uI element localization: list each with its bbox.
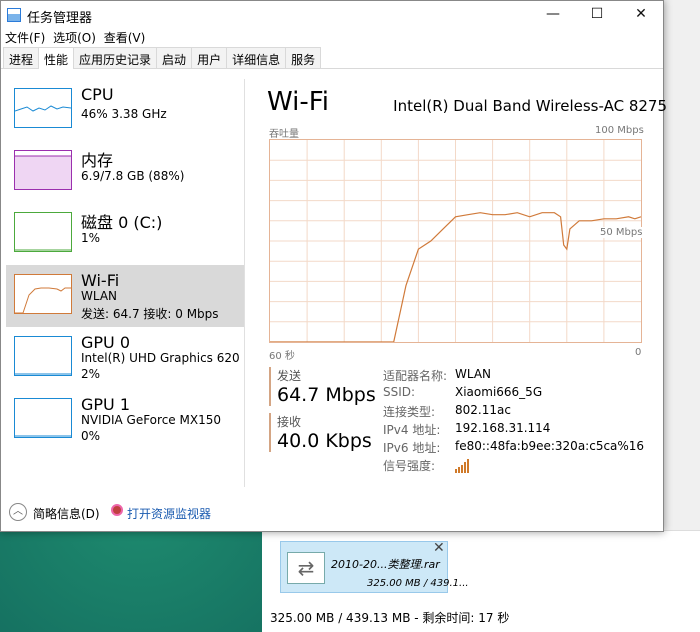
copy-file-name: 2010-20...类整理.rar [331, 558, 440, 571]
cpu-thumbnail-graph [14, 88, 72, 128]
window-title: 任务管理器 [27, 11, 93, 26]
mid-scale-label: 50 Mbps [599, 227, 644, 238]
disk-thumbnail-graph [14, 212, 72, 252]
tab-app-history[interactable]: 应用历史记录 [73, 47, 158, 68]
copy-file-card[interactable]: ⇄ 2010-20...类整理.rar 325.00 MB / 439.1...… [280, 540, 469, 593]
tab-services[interactable]: 服务 [285, 47, 322, 68]
send-stat: 发送 64.7 Mbps [269, 367, 379, 406]
sidebar-item-detail: 6.9/7.8 GB (88%) [81, 169, 185, 183]
sidebar-item-label: Wi-Fi [81, 271, 120, 290]
resource-sidebar: CPU 46% 3.38 GHz 内存 6.9/7.8 GB (88%) 磁盘 … [1, 79, 245, 487]
info-key: IPv6 地址: [383, 441, 441, 455]
sidebar-item-detail: 2% [81, 367, 101, 381]
info-key: 连接类型: [383, 405, 436, 419]
sidebar-item-label: 磁盘 0 (C:) [81, 213, 163, 232]
maximize-button[interactable]: ☐ [575, 1, 619, 29]
footer-bar: ︿ 简略信息(D) 打开资源监视器 [1, 499, 663, 529]
sidebar-item-disk[interactable]: 磁盘 0 (C:) 1% [6, 203, 244, 265]
tab-details[interactable]: 详细信息 [226, 47, 287, 68]
copy-status-text: 325.00 MB / 439.13 MB - 剩余时间: 17 秒 [270, 611, 510, 625]
sidebar-item-detail: 发送: 64.7 接收: 0 Mbps [81, 307, 219, 321]
max-scale-label: 100 Mbps [595, 125, 644, 136]
sidebar-item-gpu0[interactable]: GPU 0 Intel(R) UHD Graphics 620 2% [6, 327, 244, 389]
sidebar-item-detail: WLAN [81, 289, 118, 303]
wifi-thumbnail-graph [14, 274, 72, 314]
menu-bar: 文件(F) 选项(O) 查看(V) [1, 29, 663, 47]
title-bar[interactable]: 任务管理器 — ☐ ✕ [1, 1, 663, 29]
info-value: WLAN [455, 367, 492, 381]
receive-stat: 接收 40.0 Kbps [269, 413, 379, 452]
page-title: Wi-Fi [267, 87, 330, 117]
sidebar-item-detail: 1% [81, 231, 101, 245]
send-label: 发送 [277, 369, 302, 383]
sidebar-item-wifi[interactable]: Wi-Fi WLAN 发送: 64.7 接收: 0 Mbps [6, 265, 244, 327]
sidebar-item-cpu[interactable]: CPU 46% 3.38 GHz [6, 79, 244, 141]
info-key: SSID: [383, 385, 416, 399]
throughput-label: 吞吐量 [269, 129, 299, 140]
open-resource-monitor-link[interactable]: 打开资源监视器 [127, 505, 211, 522]
throughput-chart-svg [270, 140, 642, 343]
info-value: Xiaomi666_5G [455, 385, 543, 399]
tab-bar: 进程 性能 应用历史记录 启动 用户 详细信息 服务 [1, 47, 663, 69]
sidebar-item-label: GPU 1 [81, 395, 131, 414]
close-button[interactable]: ✕ [619, 1, 663, 29]
gpu0-thumbnail-graph [14, 336, 72, 376]
sidebar-item-label: GPU 0 [81, 333, 131, 352]
info-key: IPv4 地址: [383, 423, 441, 437]
memory-thumbnail-graph [14, 150, 72, 190]
chevron-up-icon[interactable]: ︿ [9, 503, 27, 521]
tab-processes[interactable]: 进程 [3, 47, 40, 68]
signal-strength-icon [455, 459, 471, 473]
gpu1-thumbnail-graph [14, 398, 72, 438]
tab-users[interactable]: 用户 [191, 47, 228, 68]
task-manager-icon [7, 8, 21, 22]
menu-file[interactable]: 文件(F) [5, 31, 45, 45]
resource-monitor-icon [111, 504, 123, 516]
menu-view[interactable]: 查看(V) [104, 31, 146, 45]
time-span-label: 60 秒 [269, 351, 295, 362]
sidebar-item-gpu1[interactable]: GPU 1 NVIDIA GeForce MX150 0% [6, 389, 244, 451]
sidebar-item-detail: NVIDIA GeForce MX150 [81, 413, 221, 427]
tab-performance[interactable]: 性能 [38, 47, 75, 69]
send-value: 64.7 Mbps [277, 384, 376, 406]
close-icon[interactable]: ✕ [433, 540, 445, 556]
menu-options[interactable]: 选项(O) [53, 31, 96, 45]
throughput-graph [269, 139, 642, 343]
device-name: Intel(R) Dual Band Wireless-AC 8275 [393, 97, 667, 115]
minimize-button[interactable]: — [531, 1, 575, 29]
receive-value: 40.0 Kbps [277, 430, 372, 452]
sidebar-item-detail: Intel(R) UHD Graphics 620 [81, 351, 240, 365]
sidebar-item-detail: 46% 3.38 GHz [81, 107, 167, 121]
info-value: fe80::48fa:b9ee:320a:c5ca%16 [455, 439, 645, 453]
fewer-details-button[interactable]: 简略信息(D) [33, 505, 100, 522]
copy-file-size: 325.00 MB / 439.1... [367, 578, 469, 589]
sidebar-item-detail: 0% [81, 429, 101, 443]
task-manager-window: 任务管理器 — ☐ ✕ 文件(F) 选项(O) 查看(V) 进程 性能 应用历史… [0, 0, 667, 532]
zero-label: 0 [635, 347, 642, 358]
sidebar-item-label: 内存 [81, 151, 114, 170]
info-value: 192.168.31.114 [455, 421, 551, 435]
receive-label: 接收 [277, 415, 302, 429]
info-key: 适配器名称: [383, 369, 448, 383]
archive-file-icon: ⇄ [287, 552, 325, 584]
info-key: 信号强度: [383, 459, 436, 473]
file-copy-dialog: ⇄ 2010-20...类整理.rar 325.00 MB / 439.1...… [262, 530, 700, 632]
sidebar-item-label: CPU [81, 85, 114, 104]
info-value: 802.11ac [455, 403, 511, 417]
sidebar-item-memory[interactable]: 内存 6.9/7.8 GB (88%) [6, 141, 244, 203]
tab-startup[interactable]: 启动 [156, 47, 193, 68]
